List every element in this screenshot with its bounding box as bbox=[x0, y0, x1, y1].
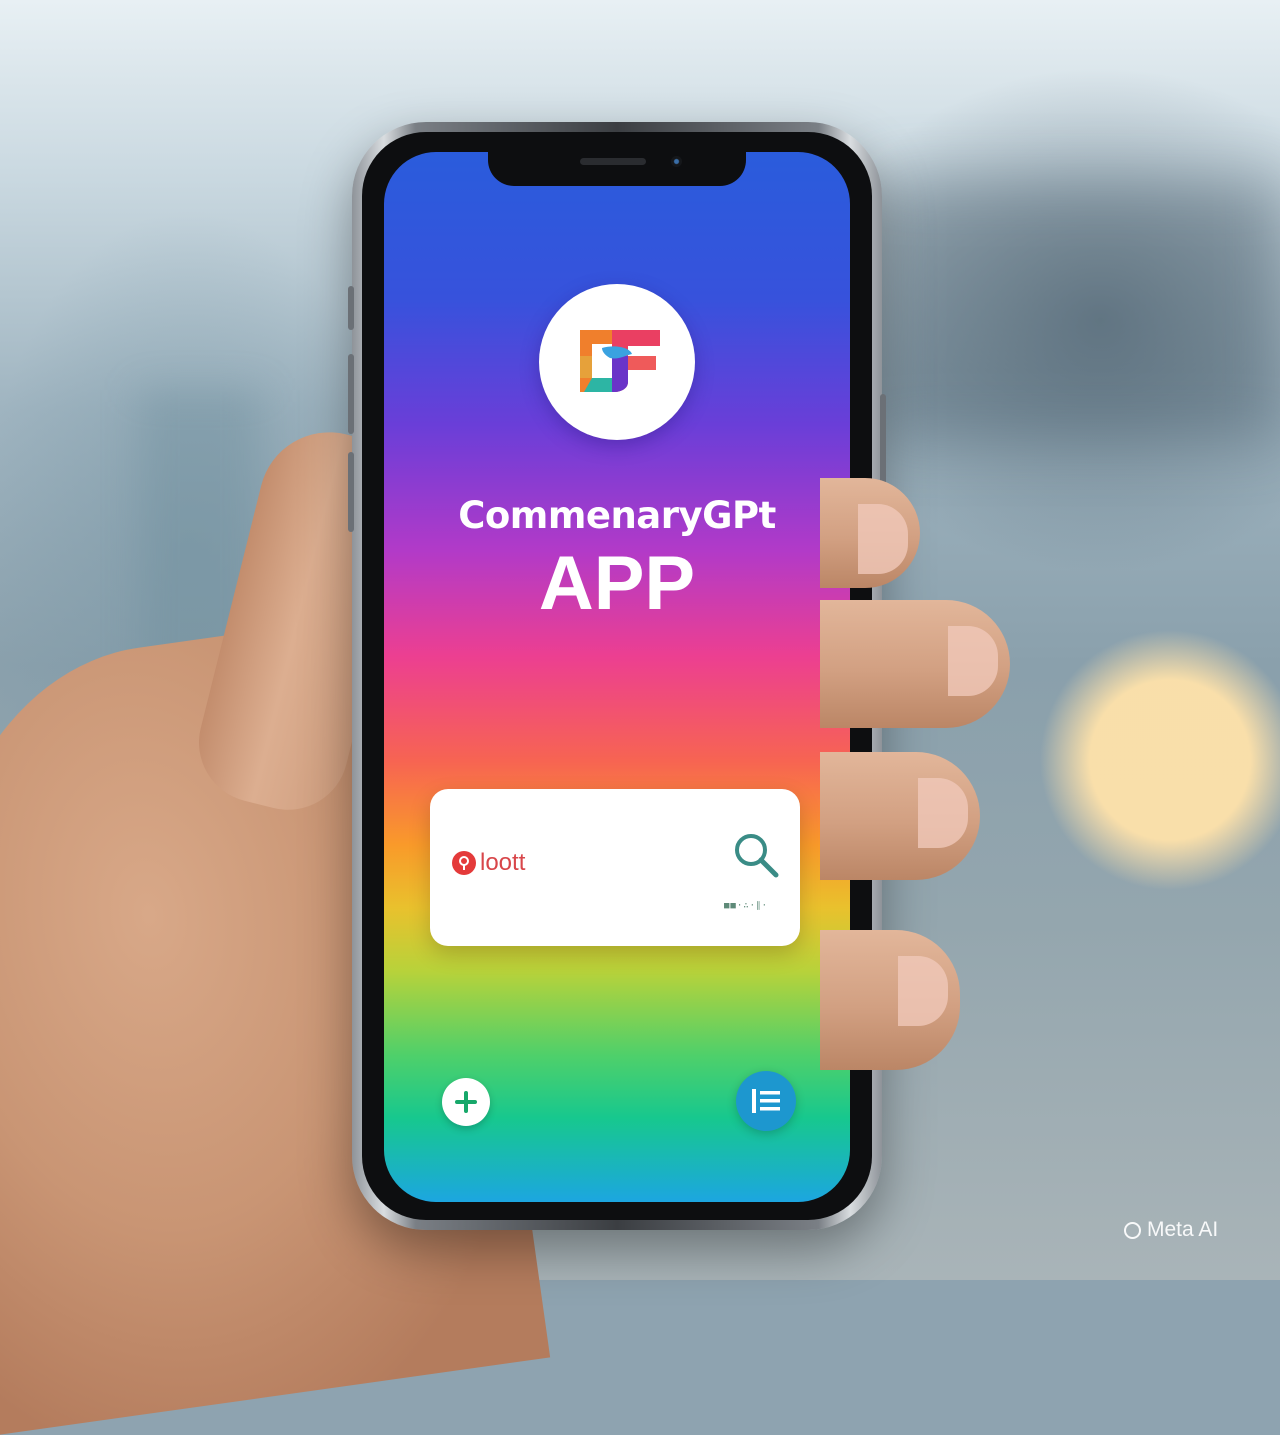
app-logo-icon bbox=[580, 330, 660, 392]
app-screen: CommenaryGPt APP loott ■■·∴·∥· bbox=[384, 152, 850, 1202]
watermark-text: Meta AI bbox=[1147, 1218, 1219, 1241]
pin-icon bbox=[452, 851, 476, 875]
menu-button[interactable] bbox=[736, 1071, 796, 1131]
search-box[interactable]: loott ■■·∴·∥· bbox=[430, 789, 800, 946]
phone-notch bbox=[488, 152, 746, 186]
phone-volume-down bbox=[348, 452, 354, 532]
phone-volume-up bbox=[348, 354, 354, 434]
watermark: Meta AI bbox=[1124, 1218, 1218, 1242]
app-subtitle: APP bbox=[538, 541, 696, 626]
app-title: CommenaryGPt bbox=[458, 494, 776, 537]
search-icon[interactable] bbox=[732, 831, 780, 883]
hand-middle-finger bbox=[820, 600, 1010, 728]
background-shadow bbox=[880, 180, 1280, 440]
meta-ai-ring-icon bbox=[1124, 1221, 1141, 1239]
plus-icon bbox=[455, 1091, 477, 1113]
search-input[interactable]: loott bbox=[480, 849, 525, 877]
search-hint: ■■·∴·∥· bbox=[724, 901, 769, 911]
hand-little-finger bbox=[820, 930, 960, 1070]
hand-ring-finger bbox=[820, 752, 980, 880]
list-icon bbox=[752, 1089, 780, 1113]
phone-mute-switch bbox=[348, 286, 354, 330]
app-logo bbox=[539, 284, 695, 440]
add-button[interactable] bbox=[442, 1078, 490, 1126]
front-camera-icon bbox=[671, 156, 682, 167]
earpiece-speaker bbox=[580, 158, 646, 165]
